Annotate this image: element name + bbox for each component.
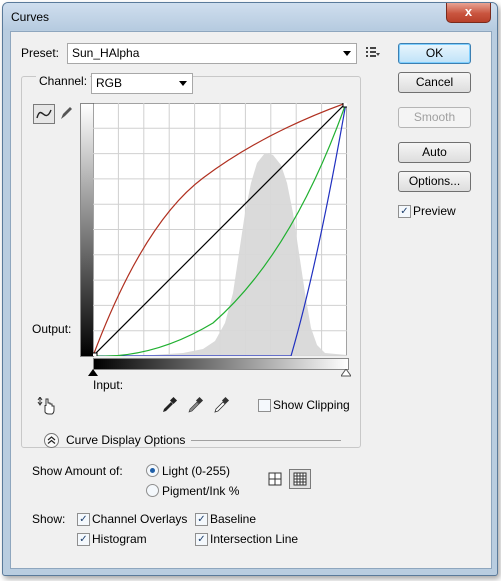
preset-menu-icon[interactable] [366, 46, 380, 58]
black-point-slider[interactable] [88, 369, 98, 377]
preset-select[interactable]: Sun_HAlpha [67, 43, 357, 64]
window-title: Curves [11, 10, 50, 24]
pigment-radio-label: Pigment/Ink % [162, 484, 240, 498]
preview-checkbox[interactable]: ✓ [398, 205, 411, 218]
baseline-checkbox[interactable]: ✓ [195, 513, 208, 526]
channel-label: Channel: [36, 74, 91, 88]
close-icon: x [464, 4, 473, 19]
ok-button[interactable]: OK [398, 43, 471, 64]
simple-grid-icon[interactable] [268, 472, 282, 486]
input-label: Input: [93, 378, 124, 392]
curve-endpoint-white[interactable] [342, 103, 347, 108]
options-button[interactable]: Options... [398, 171, 471, 192]
auto-button[interactable]: Auto [398, 142, 471, 163]
targeted-adjustment-icon[interactable] [36, 397, 56, 415]
light-radio-label: Light (0-255) [162, 464, 231, 478]
intersection-line-checkbox[interactable]: ✓ [195, 533, 208, 546]
channel-select[interactable]: RGB [91, 73, 193, 94]
curve-endpoint-black[interactable] [93, 352, 98, 356]
white-point-slider[interactable] [341, 369, 351, 377]
close-button[interactable]: x [446, 3, 491, 23]
show-clipping-label: Show Clipping [273, 398, 350, 412]
curve-icon [36, 109, 52, 119]
preview-label: Preview [413, 204, 456, 218]
curves-dialog: Curves x Preset: Sun_HAlpha OK Cancel Sm… [2, 2, 498, 576]
channel-overlays-label: Channel Overlays [92, 512, 188, 526]
black-eyedropper-icon[interactable] [161, 396, 179, 414]
channel-overlays-checkbox[interactable]: ✓ [77, 513, 90, 526]
chevron-up-icon [47, 436, 56, 444]
preset-label: Preset: [21, 46, 60, 60]
detailed-grid-button[interactable] [289, 469, 311, 489]
title-bar: Curves x [3, 3, 497, 30]
gray-eyedropper-icon[interactable] [187, 396, 205, 414]
histogram-label: Histogram [92, 532, 147, 546]
input-gradient-bar [93, 358, 349, 370]
detailed-grid-icon [293, 472, 307, 486]
output-label: Output: [32, 322, 72, 336]
show-clipping-checkbox[interactable] [258, 399, 271, 412]
show-label: Show: [32, 512, 66, 526]
preset-value: Sun_HAlpha [72, 46, 140, 60]
curve-point-tool[interactable] [33, 104, 55, 124]
curve-display-options-label: Curve Display Options [66, 433, 186, 447]
chevron-down-icon [179, 81, 187, 86]
output-gradient-bar [80, 103, 94, 357]
white-eyedropper-icon[interactable] [213, 396, 231, 414]
show-amount-label: Show Amount of: [32, 464, 123, 478]
cancel-button[interactable]: Cancel [398, 72, 471, 93]
intersection-line-label: Intersection Line [210, 532, 299, 546]
smooth-button[interactable]: Smooth [398, 107, 471, 128]
light-radio[interactable] [146, 464, 159, 477]
curves-graph[interactable] [93, 103, 347, 356]
pencil-icon[interactable] [57, 104, 75, 122]
dialog-body: Preset: Sun_HAlpha OK Cancel Smooth Auto… [10, 31, 492, 569]
channel-value: RGB [96, 76, 123, 90]
chevron-down-icon [343, 51, 351, 56]
collapse-options-button[interactable] [44, 433, 59, 448]
options-divider [191, 440, 341, 441]
baseline-label: Baseline [210, 512, 257, 526]
histogram-checkbox[interactable]: ✓ [77, 533, 90, 546]
pigment-radio[interactable] [146, 484, 159, 497]
